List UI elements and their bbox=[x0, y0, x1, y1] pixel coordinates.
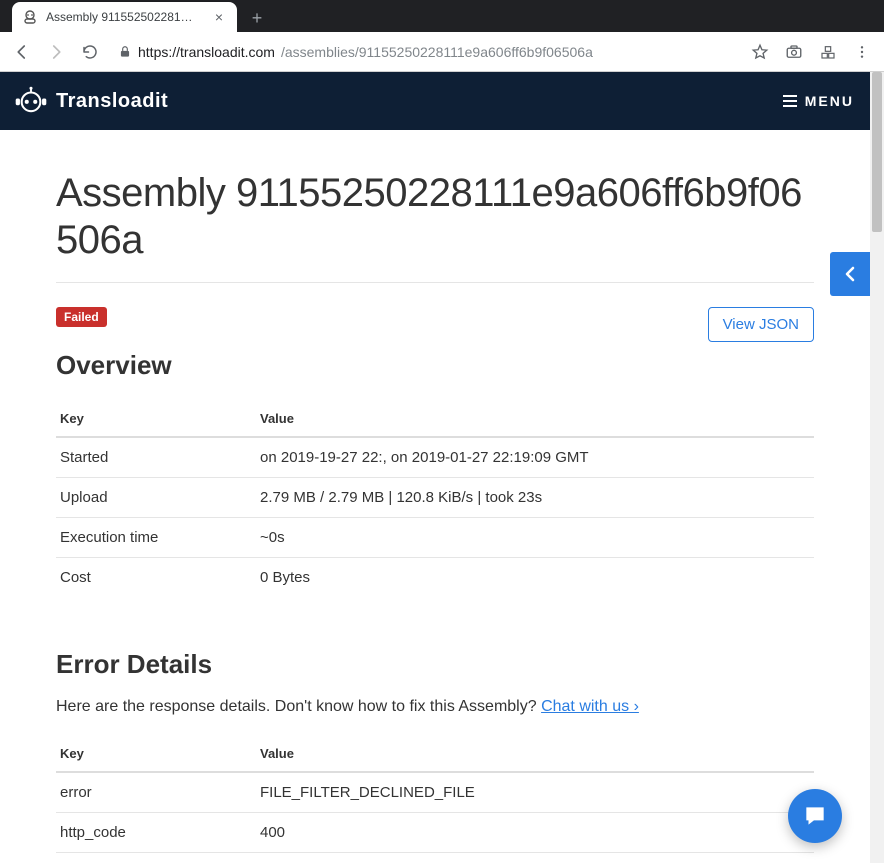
error-details-table: Key Value errorFILE_FILTER_DECLINED_FILE… bbox=[56, 736, 814, 863]
brand-logo[interactable]: Transloadit bbox=[14, 86, 168, 116]
back-button[interactable] bbox=[10, 40, 34, 64]
browser-toolbar: https://transloadit.com/assemblies/91155… bbox=[0, 32, 884, 72]
error-intro: Here are the response details. Don't kno… bbox=[56, 698, 814, 716]
table-row: Upload2.79 MB / 2.79 MB | 120.8 KiB/s | … bbox=[56, 478, 814, 518]
browser-tab[interactable]: Assembly 911552502281… × bbox=[12, 2, 237, 32]
extensions-icon[interactable] bbox=[816, 40, 840, 64]
overview-table: Key Value Startedon 2019-19-27 22:, on 2… bbox=[56, 401, 814, 597]
tab-title: Assembly 911552502281… bbox=[46, 10, 203, 24]
status-badge: Failed bbox=[56, 307, 107, 327]
table-row: Startedon 2019-19-27 22:, on 2019-01-27 … bbox=[56, 437, 814, 478]
table-row: Cost0 Bytes bbox=[56, 558, 814, 598]
forward-button[interactable] bbox=[44, 40, 68, 64]
table-row: http_code400 bbox=[56, 813, 814, 853]
side-panel-toggle[interactable] bbox=[830, 252, 870, 296]
view-json-button[interactable]: View JSON bbox=[708, 307, 814, 342]
favicon-icon bbox=[22, 9, 38, 25]
scrollbar[interactable] bbox=[870, 72, 884, 863]
overview-col-value: Value bbox=[256, 401, 814, 437]
table-row: Execution time~0s bbox=[56, 518, 814, 558]
chat-with-us-link[interactable]: Chat with us › bbox=[541, 698, 639, 715]
url-path: /assemblies/91155250228111e9a606ff6b9f06… bbox=[281, 44, 593, 60]
kebab-menu-icon[interactable] bbox=[850, 40, 874, 64]
site-header: Transloadit MENU bbox=[0, 72, 870, 130]
new-tab-button[interactable]: + bbox=[243, 4, 271, 32]
address-bar[interactable]: https://transloadit.com/assemblies/91155… bbox=[112, 44, 738, 60]
url-host: https://transloadit.com bbox=[138, 44, 275, 60]
page-title: Assembly 91155250228111e9a606ff6b9f06506… bbox=[56, 170, 814, 283]
table-row: messageOne of your files was declined bbox=[56, 853, 814, 863]
overview-heading: Overview bbox=[56, 350, 814, 381]
error-col-value: Value bbox=[256, 736, 814, 772]
chevron-left-icon bbox=[844, 266, 856, 282]
table-row: errorFILE_FILTER_DECLINED_FILE bbox=[56, 772, 814, 813]
menu-button[interactable]: MENU bbox=[783, 93, 854, 109]
hamburger-icon bbox=[783, 95, 797, 107]
bookmark-star-icon[interactable] bbox=[748, 40, 772, 64]
error-details-heading: Error Details bbox=[56, 649, 814, 680]
error-col-key: Key bbox=[56, 736, 256, 772]
scrollbar-thumb[interactable] bbox=[872, 72, 882, 232]
overview-col-key: Key bbox=[56, 401, 256, 437]
chat-launcher[interactable] bbox=[788, 789, 842, 843]
camera-icon[interactable] bbox=[782, 40, 806, 64]
tab-close-icon[interactable]: × bbox=[211, 9, 227, 25]
chat-icon bbox=[802, 803, 828, 829]
robot-logo-icon bbox=[14, 86, 48, 116]
reload-button[interactable] bbox=[78, 40, 102, 64]
lock-icon bbox=[118, 45, 132, 59]
brand-name: Transloadit bbox=[56, 90, 168, 113]
menu-label: MENU bbox=[805, 93, 854, 109]
